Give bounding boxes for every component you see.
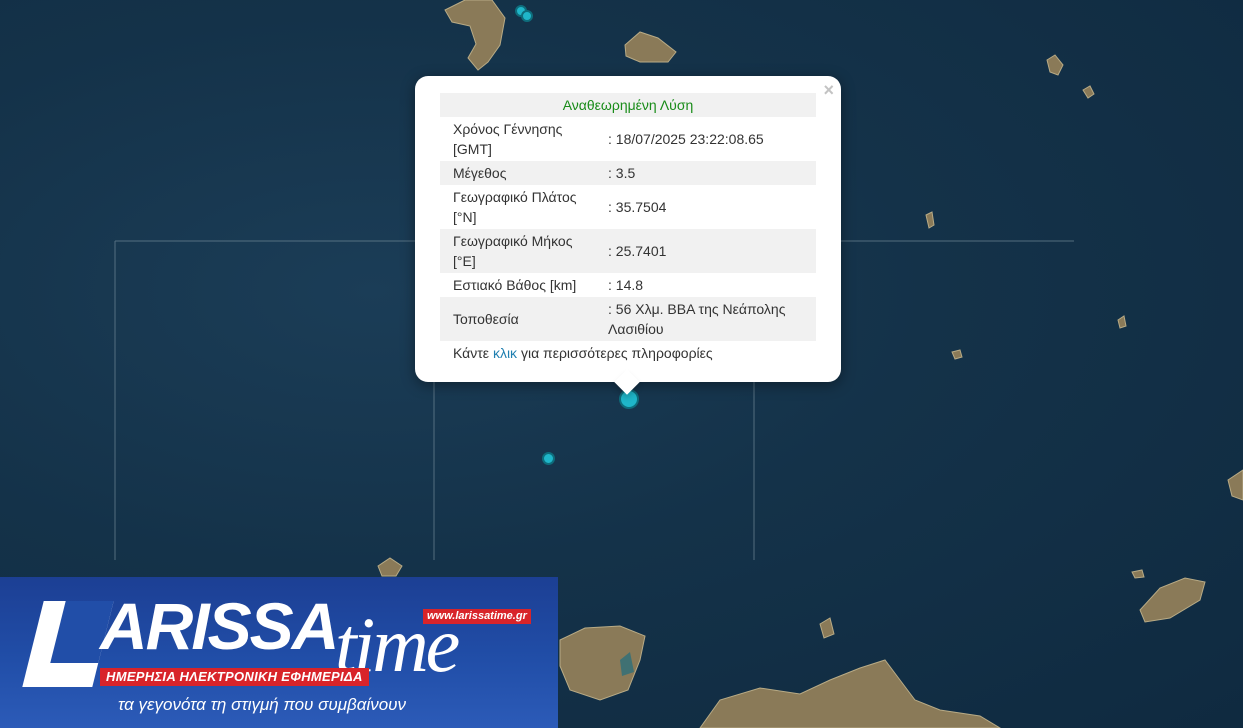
close-icon[interactable]: × [823, 81, 834, 99]
logo-url: www.larissatime.gr [423, 609, 531, 624]
table-row: Τοποθεσία : 56 Χλμ. ΒΒΑ της Νεάπολης Λασ… [440, 297, 816, 341]
row-label-location: Τοποθεσία [440, 297, 596, 341]
row-label-longitude: Γεωγραφικό Μήκος [°E] [440, 229, 596, 273]
more-info-link[interactable]: κλικ [493, 345, 517, 361]
row-label-magnitude: Μέγεθος [440, 161, 596, 185]
row-value-depth: : 14.8 [608, 277, 644, 293]
table-row: Εστιακό Βάθος [km] : 14.8 [440, 273, 816, 297]
larissatime-logo: ARISSA time www.larissatime.gr ΗΜΕΡΗΣΙΑ … [0, 577, 558, 728]
more-info-suffix: για περισσότερες πληροφορίες [520, 345, 713, 361]
row-label-depth: Εστιακό Βάθος [km] [453, 277, 577, 293]
row-label-origin-time: Χρόνος Γέννησης [GMT] [453, 121, 563, 157]
table-row: Γεωγραφικό Πλάτος [°N] : 35.7504 [440, 185, 816, 229]
earthquake-info-popup: × Αναθεωρημένη Λύση Χρόνος Γέννησης [GMT… [415, 76, 841, 395]
row-value-longitude: : 25.7401 [596, 229, 816, 273]
table-row: Γεωγραφικό Μήκος [°E] : 25.7401 [440, 229, 816, 273]
table-row: Μέγεθος : 3.5 [440, 161, 816, 185]
popup-title: Αναθεωρημένη Λύση [440, 93, 816, 117]
more-info-text: Κάντε κλικ για περισσότερες πληροφορίες [440, 341, 816, 365]
earthquake-marker[interactable] [521, 10, 533, 22]
table-row: Χρόνος Γέννησης [GMT] : 18/07/2025 23:22… [440, 117, 816, 161]
earthquake-details-table: Χρόνος Γέννησης [GMT] : 18/07/2025 23:22… [440, 117, 816, 341]
earthquake-marker[interactable] [542, 452, 555, 465]
logo-tagline: τα γεγονότα τη στιγμή που συμβαίνουν [118, 695, 407, 714]
logo-brand-main: ARISSA [100, 589, 339, 663]
logo-tagline-red: ΗΜΕΡΗΣΙΑ ΗΛΕΚΤΡΟΝΙΚΗ ΕΦΗΜΕΡΙΔΑ [100, 668, 369, 686]
more-info-prefix: Κάντε [453, 345, 490, 361]
row-value-origin-time: : 18/07/2025 23:22:08.65 [608, 131, 764, 147]
row-value-magnitude: : 3.5 [596, 161, 816, 185]
row-label-latitude: Γεωγραφικό Πλάτος [°N] [453, 189, 577, 225]
row-value-location: : 56 Χλμ. ΒΒΑ της Νεάπολης Λασιθίου [596, 297, 816, 341]
row-value-latitude: : 35.7504 [608, 199, 667, 215]
